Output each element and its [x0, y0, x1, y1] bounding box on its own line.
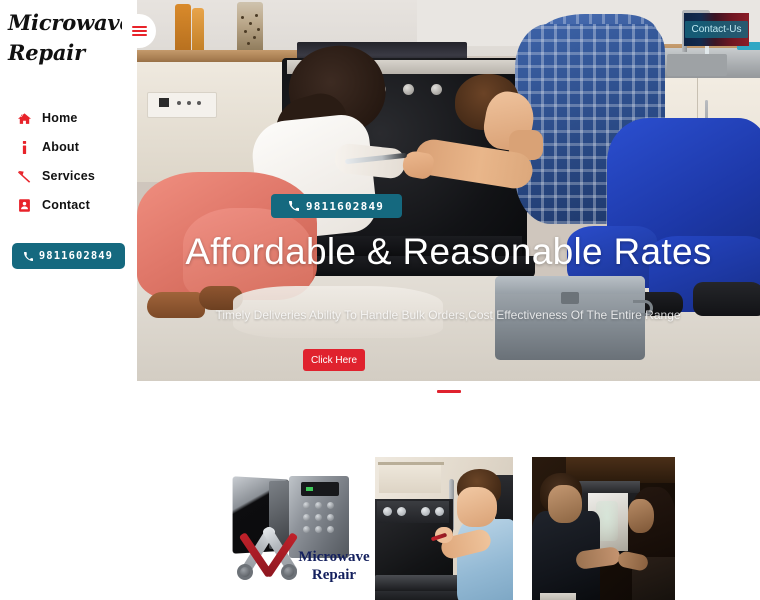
hero-cta-button[interactable]: Click Here [303, 349, 365, 371]
hero-phone-badge[interactable]: 9811602849 [271, 194, 402, 218]
hero-subtitle: Timely Deliveries Ability To Handle Bulk… [215, 308, 681, 322]
photo-cabinet-trim [378, 462, 444, 465]
photo-cabinet [379, 463, 441, 493]
page-root: 9811602849 Affordable & Reasonable Rates… [0, 0, 760, 600]
hamburger-icon [131, 24, 147, 38]
logo-microwave-display [301, 482, 339, 496]
sidebar-phone-number: 9811602849 [38, 250, 114, 262]
hero-bg-man-boot [693, 282, 760, 316]
hamburger-menu-button[interactable] [122, 14, 156, 48]
photo-man-head [548, 485, 582, 523]
carousel-indicators[interactable] [137, 390, 760, 393]
photo-oven-door [375, 575, 461, 591]
gallery-logo-caption: Microwave Repair [289, 548, 377, 585]
gallery-item-microwave-repair-logo[interactable]: Microwave Repair [225, 464, 377, 594]
gallery-logo-caption-line2: Repair [311, 567, 357, 584]
sidebar-item-label: Contact [42, 198, 90, 212]
gallery-logo-caption-line1: Microwave [298, 549, 370, 565]
sidebar-item-label: About [42, 140, 80, 154]
logo-line-1: Microwave [8, 10, 133, 35]
contact-us-label: Contact-Us [685, 21, 748, 38]
sidebar-item-services[interactable]: Services [18, 162, 133, 190]
sidebar: Microwave Repair Home About Services Con… [0, 0, 137, 600]
sidebar-item-about[interactable]: About [18, 133, 133, 161]
phone-icon [23, 251, 33, 261]
hero-bg-woman-shoe [147, 292, 205, 318]
contact-us-button[interactable]: Contact-Us [684, 13, 749, 46]
hero-bg-wall-panel [147, 92, 217, 118]
sidebar-item-label: Home [42, 111, 78, 125]
sidebar-nav: Home About Services Contact [18, 104, 133, 220]
gallery-item-couple-at-open-microwave[interactable] [532, 457, 675, 600]
photo-microwave-top [578, 481, 640, 493]
sidebar-item-label: Services [42, 169, 96, 183]
address-book-icon [18, 198, 38, 212]
photo-woman-face [628, 499, 654, 533]
photo-paper [540, 593, 576, 600]
site-logo[interactable]: Microwave Repair [8, 8, 133, 69]
hero-bg-toolbox-latch [561, 292, 579, 304]
hero-phone-number: 9811602849 [305, 199, 385, 213]
gallery-item-technician-repairing-oven[interactable] [375, 457, 513, 600]
phone-icon [288, 201, 299, 211]
photo-oven-door-lower [375, 591, 467, 600]
home-icon [18, 112, 38, 125]
photo-upper-cabinet [566, 457, 675, 483]
hero-bg-sink-basin [667, 54, 727, 76]
sidebar-phone-button[interactable]: 9811602849 [12, 243, 125, 269]
wrench-icon [18, 170, 38, 183]
photo-technician-face [457, 487, 497, 527]
info-icon [18, 140, 38, 154]
sidebar-item-contact[interactable]: Contact [18, 191, 133, 219]
hero-bg-panel-square [159, 98, 169, 107]
hero-carousel[interactable]: 9811602849 Affordable & Reasonable Rates… [137, 0, 760, 381]
logo-line-2: Repair [8, 40, 85, 66]
sidebar-item-home[interactable]: Home [18, 104, 133, 132]
hero-title: Affordable & Reasonable Rates [185, 231, 712, 272]
carousel-dot-1[interactable] [436, 390, 461, 393]
